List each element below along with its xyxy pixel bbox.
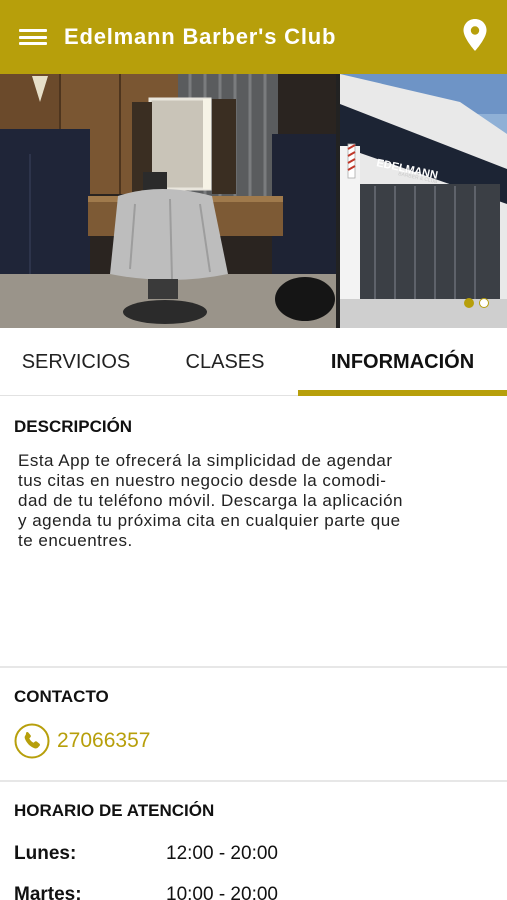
phone-number[interactable]: 27066357 (57, 729, 150, 753)
pager-dot-active[interactable] (464, 298, 474, 308)
tab-servicios[interactable]: SERVICIOS (0, 328, 152, 396)
descripcion-line: te encuentres. (18, 531, 133, 550)
descripcion-text: Esta App te ofrecerá la simplicidad de a… (18, 451, 488, 551)
hours-day: Lunes: (14, 843, 77, 864)
divider (0, 780, 507, 782)
location-pin-icon[interactable] (463, 19, 487, 51)
hours-day: Martes: (14, 884, 82, 900)
descripcion-line: tus citas en nuestro negocio desde la co… (18, 471, 387, 490)
phone-link[interactable]: 27066357 (14, 723, 150, 759)
pager-dot[interactable] (479, 298, 489, 308)
tab-informacion[interactable]: INFORMACIÓN (298, 328, 507, 396)
descripcion-line: y agenda tu próxima cita en cualquier pa… (18, 511, 401, 530)
horario-title: HORARIO DE ATENCIÓN (14, 801, 215, 820)
hours-time: 12:00 - 20:00 (166, 843, 278, 864)
menu-icon[interactable] (19, 26, 47, 48)
descripcion-line: dad de tu teléfono móvil. Descarga la ap… (18, 491, 403, 510)
storefront-photo: EDELMANN BARBER & CLUB (340, 74, 507, 328)
descripcion-title: DESCRIPCIÓN (14, 417, 133, 436)
barbershop-interior-photo (0, 74, 336, 328)
app-title: Edelmann Barber's Club (64, 24, 337, 49)
image-gallery[interactable]: EDELMANN BARBER & CLUB (0, 74, 507, 328)
hours-time: 10:00 - 20:00 (166, 884, 278, 900)
divider (0, 666, 507, 668)
tab-bar: SERVICIOS CLASES INFORMACIÓN (0, 328, 507, 396)
phone-icon[interactable] (14, 723, 50, 759)
gallery-pager[interactable] (464, 298, 489, 308)
contacto-title: CONTACTO (14, 687, 109, 706)
descripcion-line: Esta App te ofrecerá la simplicidad de a… (18, 451, 393, 470)
app-bar: Edelmann Barber's Club (0, 0, 507, 74)
tab-clases[interactable]: CLASES (152, 328, 298, 396)
